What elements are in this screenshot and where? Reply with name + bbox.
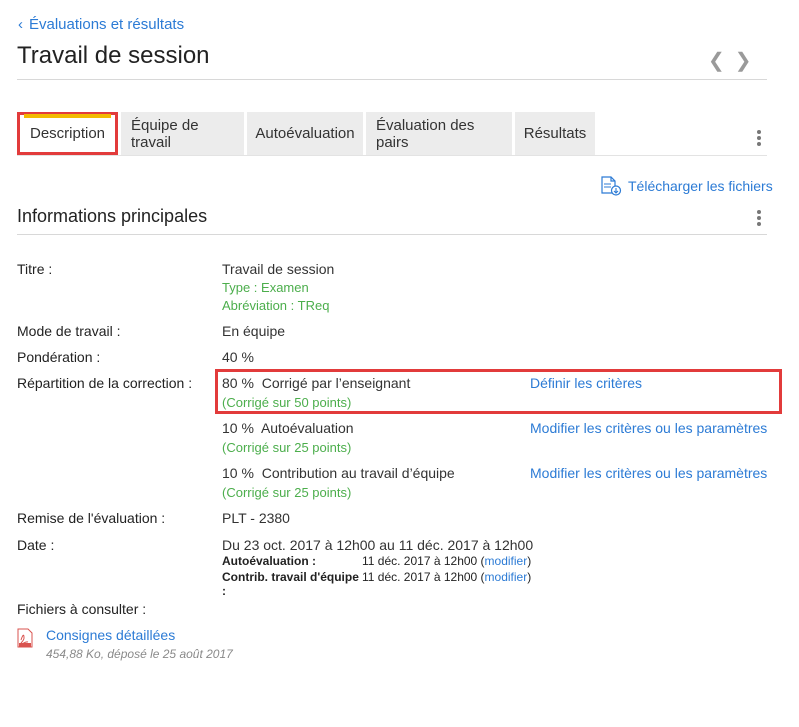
correction-points: (Corrigé sur 50 points) — [222, 395, 352, 410]
remise-value: PLT - 2380 — [222, 510, 290, 526]
section-divider — [17, 234, 767, 235]
tab-evaluation-des-pairs[interactable]: Évaluation des pairs — [366, 112, 512, 155]
correction-desc: Corrigé par l’enseignant — [261, 375, 411, 391]
page-nav: ❮ ❯ — [708, 48, 752, 73]
correction-desc: Contribution au travail d’équipe — [261, 465, 455, 481]
title-divider — [17, 79, 767, 80]
remise-label: Remise de l'évaluation : — [17, 510, 166, 526]
correction-row: 80 % Corrigé par l’enseignant — [222, 375, 410, 391]
download-file-icon — [601, 176, 622, 196]
modify-criteria-link[interactable]: Modifier les critères ou les paramètres — [530, 465, 767, 481]
mode-label: Mode de travail : — [17, 323, 121, 339]
titre-value: Travail de session — [222, 261, 335, 277]
correction-row: 10 % Contribution au travail d’équipe — [222, 465, 455, 481]
date-label: Date : — [17, 537, 55, 553]
date-sub-label: Autoévaluation : — [222, 554, 317, 568]
correction-points: (Corrigé sur 25 points) — [222, 440, 352, 455]
date-sub-value: 11 déc. 2017 à 12h00 (modifier) — [362, 570, 531, 584]
define-criteria-link[interactable]: Définir les critères — [530, 375, 642, 391]
correction-pct: 10 % — [222, 465, 254, 481]
section-more-icon[interactable] — [757, 210, 761, 228]
tabs-divider — [17, 155, 767, 156]
ponderation-value: 40 % — [222, 349, 254, 365]
modify-date-link[interactable]: modifier — [485, 570, 528, 584]
file-meta: 454,88 Ko, déposé le 25 août 2017 — [46, 647, 233, 661]
tab-bar: Description Équipe de travail Autoévalua… — [17, 112, 595, 155]
date-sub-text: 11 déc. 2017 à 12h00 ( — [362, 554, 485, 568]
date-sub-value: 11 déc. 2017 à 12h00 (modifier) — [362, 554, 531, 568]
titre-label: Titre : — [17, 261, 53, 277]
ponderation-label: Pondération : — [17, 349, 101, 365]
file-link[interactable]: Consignes détaillées — [46, 627, 175, 643]
tab-equipe-de-travail[interactable]: Équipe de travail — [121, 112, 244, 155]
mode-value: En équipe — [222, 323, 286, 339]
download-files-label[interactable]: Télécharger les fichiers — [628, 178, 773, 194]
date-sub-text: 11 déc. 2017 à 12h00 ( — [362, 570, 485, 584]
pdf-file-icon — [17, 628, 33, 648]
date-sub-close: ) — [527, 554, 532, 568]
date-sub-label: Contrib. travail d'équipe : — [222, 570, 359, 598]
date-sub-close: ) — [527, 570, 532, 584]
tab-resultats[interactable]: Résultats — [515, 112, 595, 155]
breadcrumb[interactable]: ‹ Évaluations et résultats — [18, 16, 184, 33]
modify-date-link[interactable]: modifier — [485, 554, 528, 568]
type-value: Type : Examen — [222, 280, 309, 295]
abbreviation-value: Abréviation : TReq — [222, 298, 330, 313]
correction-pct: 10 % — [222, 420, 254, 436]
breadcrumb-label[interactable]: Évaluations et résultats — [29, 16, 184, 33]
correction-desc: Autoévaluation — [260, 420, 354, 436]
date-value: Du 23 oct. 2017 à 12h00 au 11 déc. 2017 … — [222, 537, 534, 553]
previous-arrow-icon[interactable]: ❮ — [708, 48, 725, 73]
correction-pct: 80 % — [222, 375, 254, 391]
page-title: Travail de session — [17, 42, 210, 69]
files-label: Fichiers à consulter : — [17, 601, 147, 617]
correction-row: 10 % Autoévaluation — [222, 420, 354, 436]
correction-points: (Corrigé sur 25 points) — [222, 485, 352, 500]
tab-description[interactable]: Description — [17, 112, 118, 155]
chevron-left-icon: ‹ — [18, 16, 23, 33]
repartition-label: Répartition de la correction : — [17, 375, 193, 391]
section-title: Informations principales — [17, 206, 208, 226]
next-arrow-icon[interactable]: ❯ — [735, 48, 752, 73]
tabs-more-icon[interactable] — [757, 130, 761, 148]
modify-criteria-link[interactable]: Modifier les critères ou les paramètres — [530, 420, 767, 436]
download-files-link[interactable]: Télécharger les fichiers — [600, 176, 773, 196]
tab-autoevaluation[interactable]: Autoévaluation — [247, 112, 363, 155]
